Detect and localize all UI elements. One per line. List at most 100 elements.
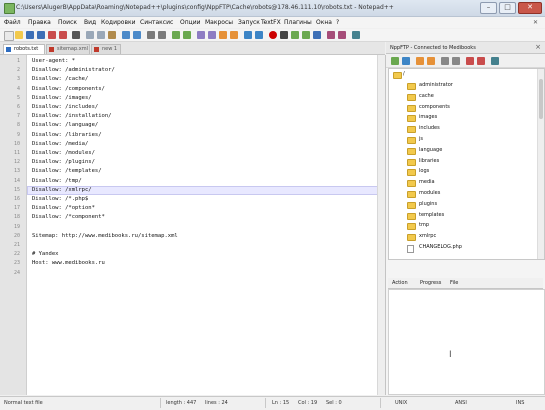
code-line[interactable]: User-agent: * — [32, 58, 75, 64]
download-icon[interactable] — [416, 57, 424, 65]
tree-item[interactable]: libraries — [419, 158, 439, 164]
queue-col-file[interactable]: File — [450, 280, 458, 286]
queue-col-action[interactable]: Action — [392, 280, 408, 286]
tab-new1[interactable]: new 1 — [91, 44, 121, 54]
tree-item[interactable]: plugins — [419, 201, 437, 207]
connect-icon[interactable] — [391, 57, 399, 65]
new-file-icon[interactable] — [4, 31, 14, 41]
code-line[interactable]: Disallow: /cache/ — [32, 76, 88, 82]
menu-plugins[interactable]: Плагины — [284, 19, 312, 26]
menu-textfx[interactable]: TextFX — [261, 19, 281, 26]
abort-icon[interactable] — [452, 57, 460, 65]
minimize-button[interactable]: – — [480, 2, 497, 14]
plugin-a-icon[interactable] — [327, 31, 335, 39]
menu-run[interactable]: Запуск — [238, 19, 260, 26]
delete-icon[interactable] — [466, 57, 474, 65]
tree-item[interactable]: media — [419, 179, 435, 185]
close-file-icon[interactable] — [48, 31, 56, 39]
zoom-out-icon[interactable] — [183, 31, 191, 39]
code-line[interactable]: Disallow: /language/ — [32, 122, 98, 128]
close-panel-icon[interactable]: × — [535, 43, 541, 51]
copy-icon[interactable] — [97, 31, 105, 39]
tab-sitemap[interactable]: sitemap.xml — [46, 44, 90, 54]
menu-windows[interactable]: Окна — [316, 19, 332, 26]
upload-icon[interactable] — [427, 57, 435, 65]
tree-item[interactable]: administrator — [419, 82, 453, 88]
record-macro-icon[interactable] — [269, 31, 277, 39]
tree-root[interactable]: / — [403, 71, 405, 77]
tree-item[interactable]: language — [419, 147, 442, 153]
settings-icon[interactable] — [402, 57, 410, 65]
code-line[interactable]: Disallow: /modules/ — [32, 150, 95, 156]
close-doc-icon[interactable]: ✕ — [533, 19, 538, 26]
code-line[interactable]: Disallow: /images/ — [32, 95, 92, 101]
transfer-queue[interactable]: I — [388, 289, 545, 395]
menu-help[interactable]: ? — [336, 19, 339, 26]
tree-scroll-thumb[interactable] — [539, 79, 543, 119]
tree-item[interactable]: js — [419, 136, 423, 142]
menu-syntax[interactable]: Синтаксис — [140, 19, 173, 26]
play-macro-icon[interactable] — [291, 31, 299, 39]
code-line[interactable]: Disallow: /plugins/ — [32, 159, 95, 165]
queue-col-progress[interactable]: Progress — [420, 280, 441, 286]
replace-icon[interactable] — [158, 31, 166, 39]
code-line[interactable]: Host: www.medibooks.ru — [32, 260, 105, 266]
tree-item[interactable]: templates — [419, 212, 444, 218]
tree-item[interactable]: includes — [419, 125, 440, 131]
ftp-icon[interactable] — [352, 31, 360, 39]
tree-item[interactable]: CHANGELOG.php — [419, 244, 462, 250]
code-line[interactable]: Disallow: /installation/ — [32, 113, 111, 119]
zoom-in-icon[interactable] — [172, 31, 180, 39]
tree-item[interactable]: images — [419, 114, 437, 120]
save-icon[interactable] — [26, 31, 34, 39]
code-line[interactable]: Disallow: /tmp/ — [32, 178, 82, 184]
paste-icon[interactable] — [108, 31, 116, 39]
close-all-icon[interactable] — [59, 31, 67, 39]
function-list-icon[interactable] — [255, 31, 263, 39]
maximize-button[interactable]: □ — [499, 2, 516, 14]
code-line[interactable]: Disallow: /administrator/ — [32, 67, 115, 73]
find-icon[interactable] — [147, 31, 155, 39]
redo-icon[interactable] — [133, 31, 141, 39]
text-editor[interactable]: 1 2 3 4 5 6 7 8 9 10 11 12 13 14 15 16 17 18 19 20 21 22 23 24 … — [0, 55, 386, 395]
rename-icon[interactable] — [477, 57, 485, 65]
menu-options[interactable]: Опции — [180, 19, 201, 26]
tree-item[interactable]: cache — [419, 93, 434, 99]
code-line[interactable]: Disallow: /*option* — [32, 205, 95, 211]
undo-icon[interactable] — [122, 31, 130, 39]
menu-macros[interactable]: Макросы — [205, 19, 233, 26]
code-line[interactable]: # Yandex — [32, 251, 59, 257]
doc-map-icon[interactable] — [244, 31, 252, 39]
plugin-b-icon[interactable] — [338, 31, 346, 39]
menu-encoding[interactable]: Кодировки — [101, 19, 136, 26]
tree-item[interactable]: logs — [419, 168, 429, 174]
stop-macro-icon[interactable] — [280, 31, 288, 39]
editor-scrollbar[interactable] — [377, 55, 385, 395]
show-all-chars-icon[interactable] — [219, 31, 227, 39]
code-line[interactable]: Disallow: /components/ — [32, 86, 105, 92]
code-line[interactable]: Disallow: /media/ — [32, 141, 88, 147]
save-all-icon[interactable] — [37, 31, 45, 39]
tree-item[interactable]: xmlrpc — [419, 233, 436, 239]
open-folder-icon[interactable] — [15, 31, 23, 39]
word-wrap-icon[interactable] — [208, 31, 216, 39]
message-log-icon[interactable] — [491, 57, 499, 65]
code-line[interactable]: Disallow: /includes/ — [32, 104, 98, 110]
tree-scrollbar[interactable] — [537, 69, 544, 259]
ftp-file-tree[interactable]: / administrator cache components images incl… — [388, 68, 545, 260]
tree-item[interactable]: modules — [419, 190, 440, 196]
menu-edit[interactable]: Правка — [28, 19, 51, 26]
menu-file[interactable]: Файл — [4, 19, 21, 26]
menu-view[interactable]: Вид — [84, 19, 96, 26]
cut-icon[interactable] — [86, 31, 94, 39]
code-line[interactable]: Sitemap: http://www.medibooks.ru/sitemap… — [32, 233, 178, 239]
tree-item[interactable]: components — [419, 104, 450, 110]
menu-search[interactable]: Поиск — [58, 19, 77, 26]
code-line[interactable]: Disallow: /templates/ — [32, 168, 102, 174]
tab-robots[interactable]: robots.txt — [3, 44, 45, 54]
tree-item[interactable]: tmp — [419, 222, 429, 228]
save-macro-icon[interactable] — [313, 31, 321, 39]
code-line[interactable]: Disallow: /*.php$ — [32, 196, 88, 202]
indent-guide-icon[interactable] — [230, 31, 238, 39]
print-icon[interactable] — [72, 31, 80, 39]
